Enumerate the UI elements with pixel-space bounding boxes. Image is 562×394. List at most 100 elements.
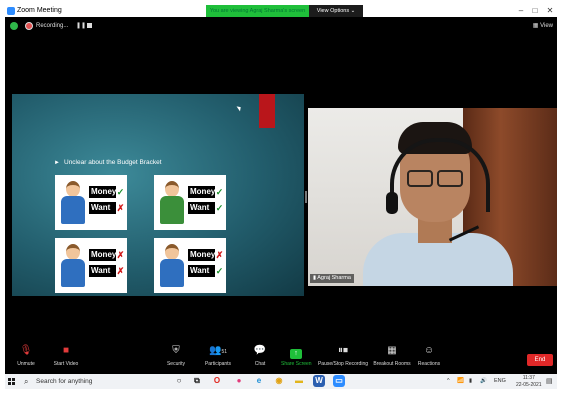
- slide-card: Money ✓ Want ✗: [55, 175, 127, 230]
- search-placeholder: Search for anything: [36, 378, 93, 385]
- slide-card: Money ✗ Want ✓: [154, 238, 226, 293]
- participant-name: Agraj Sharma: [317, 275, 351, 281]
- money-label: Money: [190, 187, 216, 196]
- participants-count: 51: [221, 349, 227, 355]
- chat-bubble-icon: 💬: [253, 345, 267, 356]
- breakout-rooms-icon: ▦: [387, 345, 397, 356]
- shield-icon: ⛨: [172, 345, 180, 356]
- cortana-icon[interactable]: ○: [173, 375, 185, 387]
- cartoon-person-image: [59, 244, 87, 290]
- tray-overflow-icon[interactable]: ^: [447, 374, 450, 389]
- recording-label: Recording...: [36, 23, 69, 29]
- end-meeting-button[interactable]: End: [527, 354, 553, 366]
- app-icon-pink[interactable]: ●: [233, 375, 245, 387]
- slide-red-accent: [259, 94, 275, 128]
- money-label: Money: [190, 250, 216, 259]
- slide-card: Money ✓ Want ✓: [154, 175, 226, 230]
- volume-icon[interactable]: 🔊: [480, 374, 487, 389]
- cross-icon: ✗: [116, 249, 125, 261]
- pause-recording-label: Pause/Stop Recording: [317, 361, 369, 367]
- taskbar-clock[interactable]: 11:37 22-05-2021: [516, 375, 542, 388]
- view-button[interactable]: ▦ View: [533, 21, 553, 31]
- task-view-icon[interactable]: ⧉: [191, 375, 203, 387]
- start-video-label: Start Video: [53, 361, 79, 367]
- edge-browser-icon[interactable]: e: [253, 375, 265, 387]
- pause-stop-icon: ⏸⏹: [338, 345, 348, 356]
- want-row: Want ✗: [89, 265, 125, 277]
- zoom-logo-icon: [7, 7, 15, 15]
- want-row: Want ✓: [188, 202, 224, 214]
- participants-label: Participants: [204, 361, 232, 367]
- mouse-cursor-icon: [236, 104, 243, 112]
- window-title: Zoom Meeting: [17, 7, 62, 14]
- camera-off-icon: ■: [62, 345, 70, 356]
- shared-screen-slide: ► Unclear about the Budget Bracket Money…: [12, 94, 304, 296]
- language-indicator[interactable]: ENG: [494, 374, 506, 389]
- participant-video-tile[interactable]: ▮ Agraj Sharma: [308, 108, 557, 286]
- signal-icon: ▮: [313, 275, 317, 281]
- want-label: Want: [190, 203, 210, 212]
- cross-icon: ✗: [116, 202, 125, 214]
- slide-card: Money ✗ Want ✗: [55, 238, 127, 293]
- start-video-button[interactable]: ■ Start Video: [49, 342, 83, 374]
- taskbar-search-input[interactable]: ⌕ Search for anything: [19, 375, 157, 388]
- share-screen-icon: ↑: [290, 349, 302, 359]
- security-button[interactable]: ⛨ Security: [163, 342, 189, 374]
- want-label: Want: [91, 266, 111, 275]
- check-icon: ✓: [215, 186, 224, 198]
- stop-recording-button[interactable]: [87, 23, 92, 28]
- meeting-status-row: Recording... ❚❚ ▦ View: [5, 19, 557, 33]
- cartoon-person-image: [158, 181, 186, 227]
- reactions-button[interactable]: ☺ Reactions: [416, 342, 442, 374]
- file-explorer-icon[interactable]: ▬: [293, 375, 305, 387]
- want-label: Want: [190, 266, 210, 275]
- check-icon: ✓: [116, 186, 125, 198]
- money-row: Money ✗: [188, 249, 224, 261]
- chat-label: Chat: [254, 361, 266, 367]
- word-icon[interactable]: W: [313, 375, 325, 387]
- share-screen-label: Share Screen: [281, 361, 312, 367]
- bullet-label: Unclear about the Budget Bracket: [64, 159, 162, 166]
- participants-icon: 👥51: [208, 345, 227, 356]
- screen-share-banner: You are viewing Agraj Sharma's screen: [206, 5, 309, 17]
- chrome-browser-icon[interactable]: ◉: [273, 375, 285, 387]
- security-shield-icon[interactable]: [10, 22, 18, 30]
- breakout-rooms-label: Breakout Rooms: [373, 361, 411, 367]
- windows-start-icon[interactable]: [8, 378, 16, 386]
- meeting-toolbar: 🎙 Unmute ^ ■ Start Video ^ ⛨ Security 👥5…: [5, 342, 557, 374]
- want-row: Want ✓: [188, 265, 224, 277]
- cartoon-person-image: [59, 181, 87, 227]
- opera-icon[interactable]: O: [211, 375, 223, 387]
- battery-icon[interactable]: ▮: [469, 374, 472, 389]
- money-row: Money ✗: [89, 249, 125, 261]
- security-label: Security: [166, 361, 186, 367]
- split-view-drag-handle[interactable]: [305, 191, 307, 203]
- close-button[interactable]: ✕: [542, 5, 557, 17]
- participants-options-caret[interactable]: ^: [237, 342, 245, 374]
- zoom-taskbar-icon[interactable]: ▭: [333, 375, 345, 387]
- cross-icon: ✗: [215, 249, 224, 261]
- chat-button[interactable]: 💬 Chat: [250, 342, 270, 374]
- want-row: Want ✗: [89, 202, 125, 214]
- windows-taskbar: ⌕ Search for anything ○ ⧉ O ● e ◉ ▬ W ▭ …: [5, 374, 557, 389]
- notifications-icon[interactable]: ▤: [546, 374, 553, 389]
- want-label: Want: [91, 203, 111, 212]
- check-icon: ✓: [215, 265, 224, 277]
- audio-options-caret[interactable]: ^: [39, 342, 47, 374]
- unmute-button[interactable]: 🎙 Unmute: [13, 342, 39, 374]
- view-options-button[interactable]: View Options ⌄: [309, 5, 363, 17]
- cartoon-person-image: [158, 244, 186, 290]
- zoom-window: Zoom Meeting – □ ✕ You are viewing Agraj…: [5, 5, 557, 389]
- breakout-rooms-button[interactable]: ▦ Breakout Rooms: [372, 342, 412, 374]
- check-icon: ✓: [215, 202, 224, 214]
- pause-recording-button[interactable]: ❚❚: [76, 21, 86, 31]
- maximize-button[interactable]: □: [527, 5, 543, 17]
- search-icon: ⌕: [24, 377, 29, 386]
- reactions-emoji-icon: ☺: [423, 345, 435, 356]
- share-screen-button[interactable]: ↑ Share Screen: [281, 342, 312, 374]
- pause-stop-recording-button[interactable]: ⏸⏹ Pause/Stop Recording: [317, 342, 369, 374]
- video-options-caret[interactable]: ^: [79, 342, 87, 374]
- participants-button[interactable]: 👥51 Participants: [200, 342, 236, 374]
- headset-image: [390, 138, 490, 212]
- network-icon[interactable]: 📶: [457, 374, 464, 389]
